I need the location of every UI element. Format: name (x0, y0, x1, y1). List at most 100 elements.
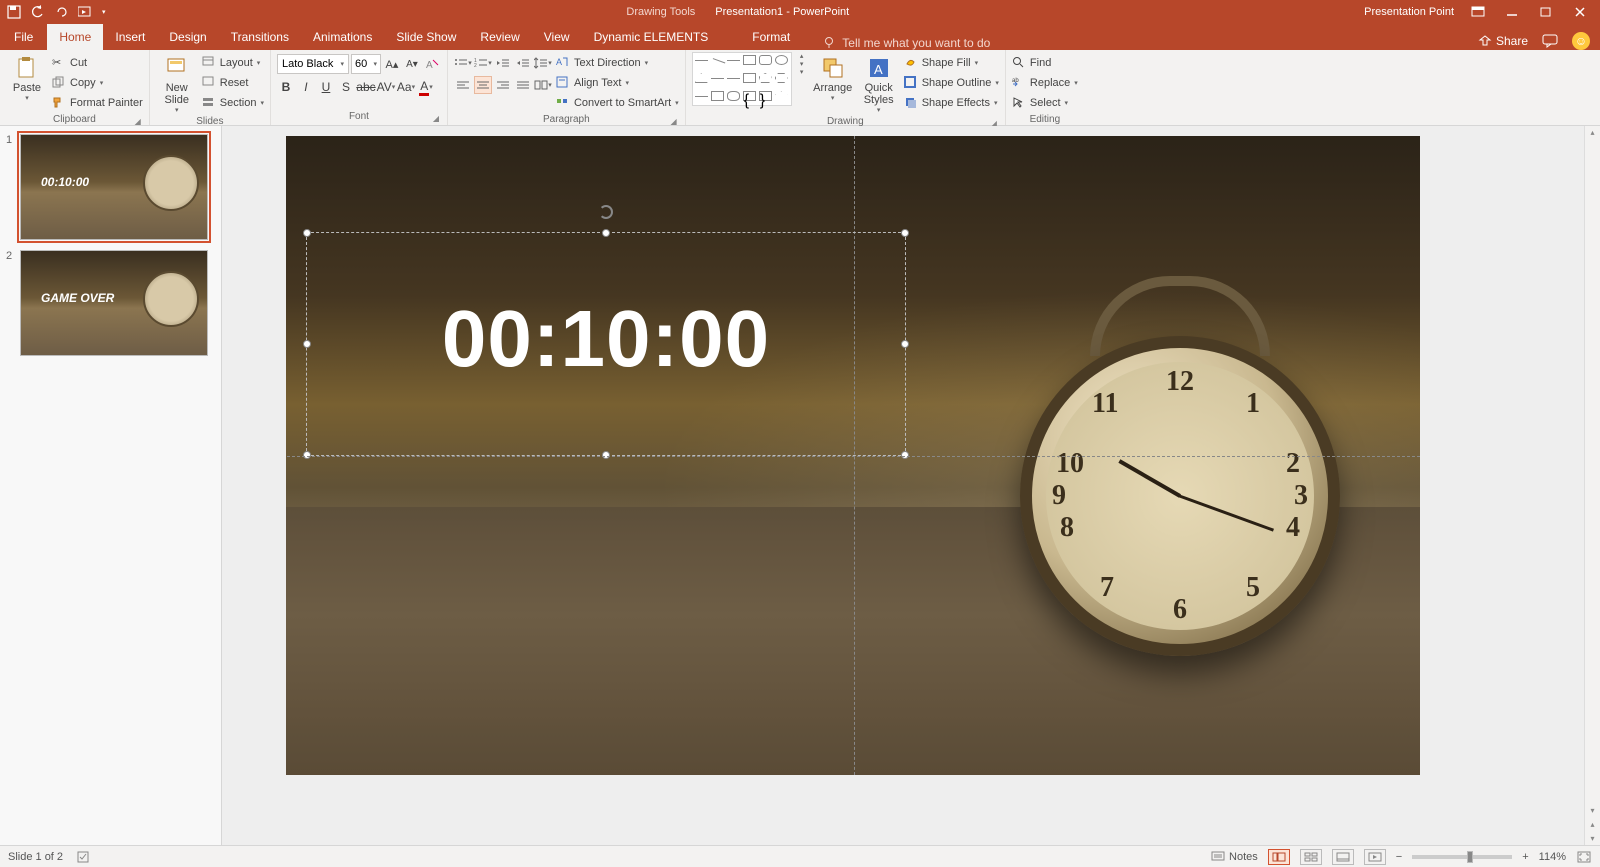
comments-icon[interactable] (1542, 34, 1558, 48)
shapes-gallery[interactable]: {} (692, 52, 792, 106)
account-icon[interactable]: ☺ (1572, 32, 1590, 50)
decrease-indent-button[interactable] (494, 54, 512, 72)
columns-button[interactable]: ▾ (534, 76, 552, 94)
resize-handle[interactable] (602, 229, 610, 237)
cut-button[interactable]: ✂Cut (52, 54, 143, 72)
quick-styles-button[interactable]: A Quick Styles▾ (858, 52, 900, 114)
notes-button[interactable]: Notes (1211, 851, 1258, 863)
rotate-handle-icon[interactable] (599, 205, 613, 219)
timer-text[interactable]: 00:10:00 (307, 293, 905, 385)
new-slide-button[interactable]: New Slide ▾ (156, 52, 198, 114)
tab-review[interactable]: Review (468, 24, 531, 50)
shape-fill-button[interactable]: Shape Fill▾ (904, 54, 999, 72)
redo-icon[interactable] (54, 4, 70, 20)
shapes-more-icon[interactable]: ▾ (800, 68, 804, 76)
spellcheck-icon[interactable] (77, 850, 93, 864)
slide[interactable]: 12 1 2 3 4 5 6 7 8 9 10 11 (286, 136, 1420, 775)
character-spacing-button[interactable]: AV▾ (377, 78, 395, 96)
copy-button[interactable]: Copy▾ (52, 74, 143, 92)
save-icon[interactable] (6, 4, 22, 20)
textbox-selection[interactable]: 00:10:00 (306, 232, 906, 456)
tab-slideshow[interactable]: Slide Show (384, 24, 468, 50)
change-case-button[interactable]: Aa▾ (397, 78, 415, 96)
fit-to-window-button[interactable] (1576, 850, 1592, 864)
convert-smartart-button[interactable]: Convert to SmartArt▾ (556, 94, 679, 112)
align-left-button[interactable] (454, 76, 472, 94)
resize-handle[interactable] (602, 451, 610, 459)
tab-dynamic-elements[interactable]: Dynamic ELEMENTS (582, 24, 721, 50)
line-spacing-button[interactable]: ▾ (534, 54, 552, 72)
slide-thumbnails-panel[interactable]: 1 00:10:00 2 GAME OVER (0, 126, 222, 845)
tell-me-search[interactable]: Tell me what you want to do (822, 36, 990, 50)
slideshow-view-button[interactable] (1364, 849, 1386, 865)
arrange-button[interactable]: Arrange▾ (812, 52, 854, 102)
shape-outline-button[interactable]: Shape Outline▾ (904, 74, 999, 92)
font-size-combo[interactable]: 60▾ (351, 54, 381, 74)
resize-handle[interactable] (901, 229, 909, 237)
zoom-out-button[interactable]: − (1396, 851, 1402, 863)
qat-customize-icon[interactable]: ▾ (102, 8, 106, 16)
slide-thumbnail-1[interactable]: 00:10:00 (20, 134, 208, 240)
align-text-button[interactable]: Align Text▾ (556, 74, 679, 92)
maximize-button[interactable] (1536, 4, 1556, 20)
clipboard-launcher-icon[interactable]: ◢ (135, 117, 141, 126)
next-slide-icon[interactable]: ▾ (1585, 834, 1600, 843)
zoom-in-button[interactable]: + (1522, 851, 1528, 863)
tab-home[interactable]: Home (47, 24, 103, 50)
slide-thumbnail-2[interactable]: GAME OVER (20, 250, 208, 356)
increase-font-icon[interactable]: A▴ (383, 55, 401, 73)
minimize-button[interactable] (1502, 4, 1522, 20)
shadow-button[interactable]: S (337, 78, 355, 96)
tab-design[interactable]: Design (157, 24, 218, 50)
undo-icon[interactable] (30, 4, 46, 20)
italic-button[interactable]: I (297, 78, 315, 96)
share-button[interactable]: Share (1478, 34, 1528, 48)
select-button[interactable]: Select▾ (1012, 94, 1078, 112)
resize-handle[interactable] (303, 451, 311, 459)
paste-button[interactable]: Paste ▾ (6, 52, 48, 102)
justify-button[interactable] (514, 76, 532, 94)
vertical-scrollbar[interactable]: ▴ ▾ ▴ ▾ (1584, 126, 1600, 845)
ribbon-display-options-icon[interactable] (1468, 4, 1488, 20)
zoom-slider[interactable] (1412, 855, 1512, 859)
slide-canvas-area[interactable]: 12 1 2 3 4 5 6 7 8 9 10 11 (222, 126, 1600, 845)
layout-button[interactable]: Layout▾ (202, 54, 264, 72)
tab-view[interactable]: View (532, 24, 582, 50)
strikethrough-button[interactable]: abc (357, 78, 375, 96)
shape-effects-button[interactable]: Shape Effects▾ (904, 94, 999, 112)
align-center-button[interactable] (474, 76, 492, 94)
align-right-button[interactable] (494, 76, 512, 94)
decrease-font-icon[interactable]: A▾ (403, 55, 421, 73)
font-name-combo[interactable]: Lato Black▾ (277, 54, 349, 74)
bullets-button[interactable]: ▾ (454, 54, 472, 72)
close-button[interactable] (1570, 4, 1590, 20)
format-painter-button[interactable]: Format Painter (52, 94, 143, 112)
numbering-button[interactable]: 12▾ (474, 54, 492, 72)
tab-file[interactable]: File (0, 24, 47, 50)
tab-insert[interactable]: Insert (103, 24, 157, 50)
text-direction-button[interactable]: AText Direction▾ (556, 54, 679, 72)
previous-slide-icon[interactable]: ▴ (1585, 820, 1600, 829)
normal-view-button[interactable] (1268, 849, 1290, 865)
replace-button[interactable]: abReplace▾ (1012, 74, 1078, 92)
font-launcher-icon[interactable]: ◢ (433, 114, 439, 123)
font-color-button[interactable]: A▾ (417, 78, 435, 96)
section-button[interactable]: Section▾ (202, 94, 264, 112)
resize-handle[interactable] (901, 451, 909, 459)
shapes-scroll-down-icon[interactable]: ▾ (800, 60, 804, 68)
tab-transitions[interactable]: Transitions (219, 24, 301, 50)
start-from-beginning-icon[interactable] (78, 4, 94, 20)
find-button[interactable]: Find (1012, 54, 1078, 72)
tab-animations[interactable]: Animations (301, 24, 384, 50)
reset-button[interactable]: Reset (202, 74, 264, 92)
underline-button[interactable]: U (317, 78, 335, 96)
clear-formatting-icon[interactable]: A (423, 55, 441, 73)
reading-view-button[interactable] (1332, 849, 1354, 865)
paragraph-launcher-icon[interactable]: ◢ (671, 117, 677, 126)
tab-format[interactable]: Format (740, 24, 802, 50)
slide-sorter-view-button[interactable] (1300, 849, 1322, 865)
resize-handle[interactable] (303, 229, 311, 237)
bold-button[interactable]: B (277, 78, 295, 96)
shapes-scroll-up-icon[interactable]: ▴ (800, 52, 804, 60)
increase-indent-button[interactable] (514, 54, 532, 72)
